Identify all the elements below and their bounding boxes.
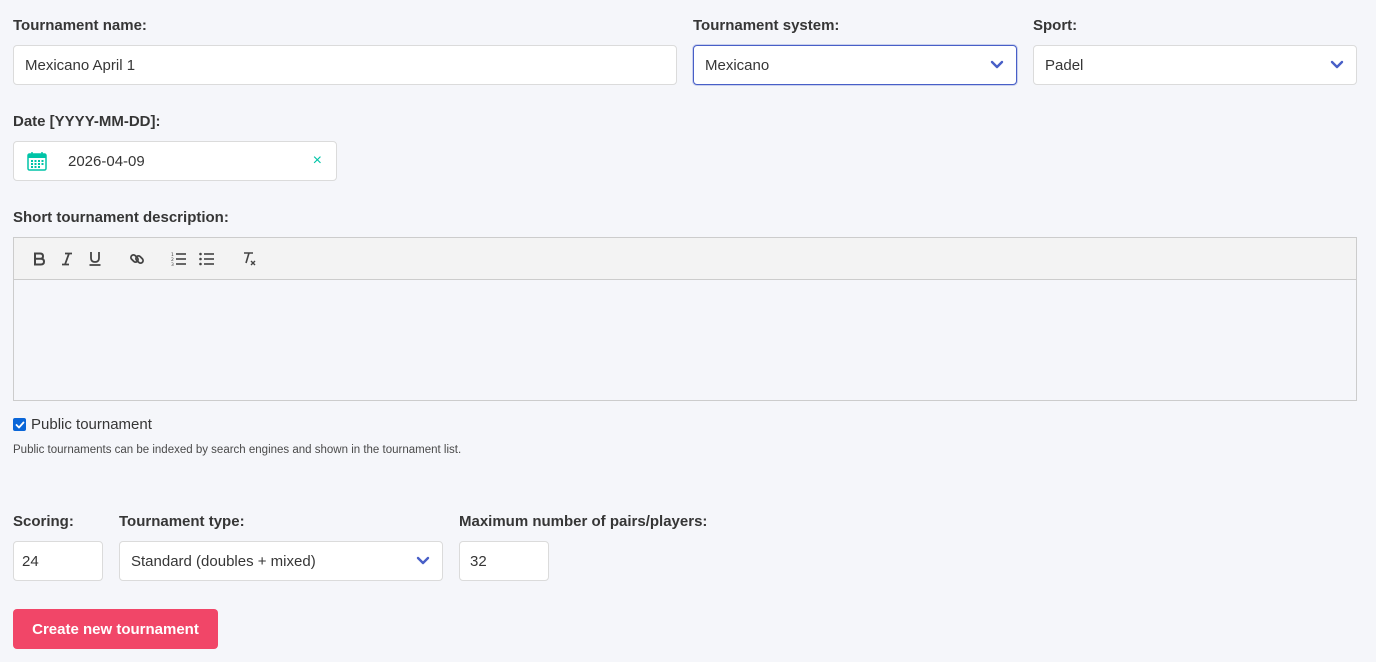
public-tournament-label: Public tournament — [31, 416, 152, 433]
date-input[interactable]: 2026-04-09 × — [13, 141, 337, 181]
scoring-label: Scoring: — [13, 513, 74, 530]
description-label: Short tournament description: — [13, 209, 229, 226]
sport-select[interactable]: Padel — [1033, 45, 1357, 85]
chevron-down-icon — [1329, 57, 1345, 73]
editor-content[interactable] — [14, 280, 1356, 400]
description-editor: 123 — [13, 237, 1357, 401]
tournament-type-value: Standard (doubles + mixed) — [131, 552, 316, 570]
chevron-down-icon — [415, 553, 431, 569]
max-players-input[interactable]: 32 — [459, 541, 549, 581]
tournament-name-input[interactable]: Mexicano April 1 — [13, 45, 677, 85]
scoring-input[interactable]: 24 — [13, 541, 103, 581]
editor-toolbar: 123 — [14, 238, 1356, 280]
tournament-name-label: Tournament name: — [13, 17, 147, 34]
public-tournament-help: Public tournaments can be indexed by sea… — [13, 444, 462, 456]
ordered-list-icon[interactable]: 123 — [166, 247, 192, 271]
public-tournament-checkbox[interactable]: Public tournament — [13, 416, 152, 433]
link-icon[interactable] — [124, 247, 150, 271]
clear-date-icon[interactable]: × — [313, 152, 322, 170]
max-players-value: 32 — [470, 552, 487, 570]
create-tournament-button[interactable]: Create new tournament — [13, 609, 218, 649]
tournament-type-label: Tournament type: — [119, 513, 245, 530]
italic-icon[interactable] — [54, 247, 80, 271]
calendar-icon — [26, 150, 48, 172]
bold-icon[interactable] — [26, 247, 52, 271]
sport-label: Sport: — [1033, 17, 1078, 34]
tournament-system-select[interactable]: Mexicano — [693, 45, 1017, 85]
scoring-value: 24 — [22, 552, 39, 570]
date-label: Date [YYYY-MM-DD]: — [13, 113, 161, 130]
tournament-name-value: Mexicano April 1 — [25, 56, 136, 74]
clear-format-icon[interactable] — [236, 247, 262, 271]
checkbox-checked-icon[interactable] — [13, 418, 26, 431]
sport-value: Padel — [1045, 56, 1084, 74]
max-players-label: Maximum number of pairs/players: — [459, 513, 708, 530]
chevron-down-icon — [989, 57, 1005, 73]
tournament-type-select[interactable]: Standard (doubles + mixed) — [119, 541, 443, 581]
tournament-system-label: Tournament system: — [693, 17, 840, 34]
underline-icon[interactable] — [82, 247, 108, 271]
date-value: 2026-04-09 — [68, 152, 145, 170]
tournament-system-value: Mexicano — [705, 56, 770, 74]
bullet-list-icon[interactable] — [194, 247, 220, 271]
svg-text:3: 3 — [171, 261, 174, 265]
